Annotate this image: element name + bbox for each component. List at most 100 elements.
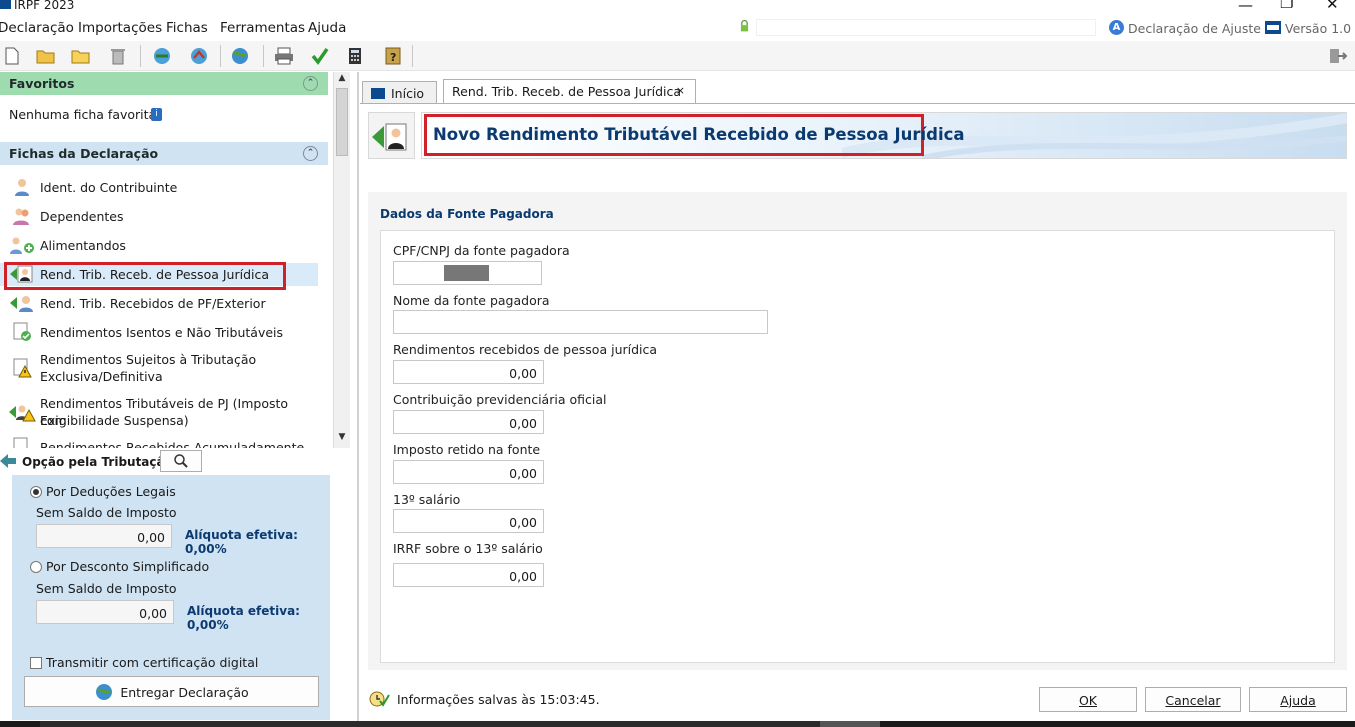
menu-declaracao[interactable]: Declaração	[0, 20, 74, 36]
entregar-declaracao-button[interactable]: Entregar Declaração	[24, 676, 319, 707]
cpf-input[interactable]	[393, 261, 542, 285]
help-button[interactable]: Ajuda	[1249, 687, 1347, 712]
toolbar-separator	[263, 45, 264, 67]
tab-bar-line	[360, 103, 1355, 104]
check-icon[interactable]	[309, 45, 331, 67]
version-label: Versão 1.0	[1285, 21, 1352, 36]
tributacao-title: Opção pela Tributação:	[22, 455, 178, 469]
globe-icon[interactable]	[229, 45, 251, 67]
menu-fichas[interactable]: Fichas	[166, 20, 208, 36]
simplificado-value: 0,00	[36, 600, 174, 624]
calculator-icon[interactable]	[344, 45, 366, 67]
open-icon[interactable]	[35, 45, 57, 67]
ficha-label-line2: Exigibilidade Suspensa)	[40, 413, 189, 428]
favorites-header[interactable]: Favoritos ⌃	[0, 72, 328, 95]
highlight-box	[4, 262, 286, 290]
taskbar-strip	[40, 721, 820, 727]
exit-icon[interactable]	[1327, 45, 1349, 67]
fichas-title: Fichas da Declaração	[9, 146, 159, 161]
toolbar-separator	[412, 45, 413, 67]
folder-icon[interactable]	[70, 45, 92, 67]
ficha-ident-contribuinte[interactable]: Ident. do Contribuinte	[0, 176, 318, 200]
fichas-scrollbar[interactable]: ▲ ▼	[333, 72, 350, 448]
deducoes-value: 0,00	[36, 524, 172, 548]
imposto-input[interactable]: 0,00	[393, 460, 544, 484]
dependents-icon	[13, 208, 29, 225]
menu-ajuda[interactable]: Ajuda	[308, 20, 346, 36]
home-icon	[371, 88, 385, 99]
form-title: Novo Rendimento Tributável Recebido de P…	[433, 125, 965, 144]
ficha-rend-exclusiva[interactable]: Rendimentos Sujeitos à Tributação Exclus…	[0, 350, 318, 390]
ficha-alimentandos[interactable]: Alimentandos	[0, 234, 318, 258]
left-panel: Favoritos ⌃ Nenhuma ficha favorita i Fic…	[0, 72, 330, 448]
title-bar: IRPF 2023 — ❐ ✕	[0, 0, 1355, 16]
menu-ferramentas[interactable]: Ferramentas	[220, 20, 305, 36]
minimize-icon[interactable]: —	[1238, 0, 1253, 14]
radio-simplificado[interactable]	[30, 561, 42, 573]
cancel-button[interactable]: Cancelar	[1145, 687, 1241, 712]
trash-icon[interactable]	[107, 45, 129, 67]
ficha-label: Alimentandos	[40, 238, 126, 253]
ficha-dependentes[interactable]: Dependentes	[0, 205, 318, 229]
rendimentos-input[interactable]: 0,00	[393, 360, 544, 384]
ficha-rend-isentos[interactable]: Rendimentos Isentos e Não Tributáveis	[0, 321, 318, 345]
ficha-label: Rend. Trib. Recebidos de PF/Exterior	[40, 296, 266, 311]
menu-importacoes[interactable]: Importações	[78, 20, 162, 36]
ficha-rend-exigibilidade-suspensa[interactable]: Rendimentos Tributáveis de PJ (Imposto c…	[0, 394, 318, 434]
tab-inicio[interactable]: Início	[362, 81, 437, 104]
irrf-label: IRRF sobre o 13º salário	[393, 541, 543, 556]
search-tributacao-button[interactable]	[160, 450, 202, 472]
search-input[interactable]	[756, 19, 1096, 36]
certificado-checkbox[interactable]	[30, 657, 42, 669]
window-title: IRPF 2023	[14, 0, 75, 12]
ficha-label: Rendimentos Recebidos Acumuladamente	[40, 440, 305, 448]
panel-divider[interactable]	[357, 72, 359, 722]
decimo-input[interactable]: 0,00	[393, 509, 544, 533]
version-icon	[1265, 21, 1281, 34]
entregar-label: Entregar Declaração	[120, 685, 249, 700]
menu-bar: Declaração Importações Fichas Ferramenta…	[0, 17, 1355, 40]
declaration-type: Declaração de Ajuste	[1128, 21, 1261, 36]
close-tab-icon[interactable]: ×	[676, 84, 685, 97]
contribuicao-input[interactable]: 0,00	[393, 410, 544, 434]
tab-rend-trib-pj[interactable]: Rend. Trib. Receb. de Pessoa Jurídica ×	[443, 79, 696, 104]
recovery-icon[interactable]	[188, 45, 210, 67]
collapse-favorites-icon[interactable]: ⌃	[303, 76, 318, 91]
irrf-input[interactable]: 0,00	[393, 563, 544, 587]
close-window-icon[interactable]: ✕	[1326, 0, 1339, 13]
info-icon[interactable]: i	[151, 108, 162, 121]
fichas-header[interactable]: Fichas da Declaração ⌃	[0, 142, 328, 165]
taskbar	[0, 721, 1355, 727]
import-icon[interactable]	[151, 45, 173, 67]
magnifier-icon	[174, 454, 188, 468]
nome-input[interactable]	[393, 310, 768, 334]
ok-button[interactable]: OK	[1039, 687, 1137, 712]
maximize-icon[interactable]: ❐	[1280, 0, 1293, 12]
print-icon[interactable]	[273, 45, 295, 67]
exclusiva-icon	[13, 358, 32, 378]
help-icon[interactable]: ?	[382, 45, 404, 67]
favorites-title: Favoritos	[9, 76, 75, 91]
ficha-rend-trib-pf-exterior[interactable]: Rend. Trib. Recebidos de PF/Exterior	[0, 292, 318, 316]
deducoes-saldo-label: Sem Saldo de Imposto	[36, 505, 177, 520]
scroll-up-icon[interactable]: ▲	[335, 73, 349, 85]
simplificado-label: Por Desconto Simplificado	[46, 559, 210, 574]
rend-pf-icon	[10, 296, 33, 312]
tributacao-panel: Opção pela Tributação: Por Deduções Lega…	[0, 448, 330, 727]
ficha-label-line2: Exclusiva/Definitiva	[40, 369, 163, 384]
scroll-down-icon[interactable]: ▼	[335, 432, 349, 444]
ficha-label: Dependentes	[40, 209, 124, 224]
tab-label: Rend. Trib. Receb. de Pessoa Jurídica	[452, 84, 682, 99]
rendimentos-label: Rendimentos recebidos de pessoa jurídica	[393, 342, 658, 357]
new-icon[interactable]	[1, 45, 23, 67]
scroll-thumb[interactable]	[336, 88, 348, 156]
collapse-fichas-icon[interactable]: ⌃	[303, 146, 318, 161]
redacted-block	[444, 265, 489, 281]
exigibilidade-icon	[9, 405, 36, 422]
section-title: Dados da Fonte Pagadora	[380, 207, 554, 221]
status-bar: Informações salvas às 15:03:45. OK Cance…	[360, 682, 1355, 720]
simplificado-aliquota: Alíquota efetiva: 0,00%	[187, 604, 300, 632]
ficha-rend-acumuladamente[interactable]: Rendimentos Recebidos Acumuladamente	[0, 436, 318, 448]
tab-inicio-label: Início	[391, 86, 425, 101]
radio-deducoes[interactable]	[30, 486, 42, 498]
